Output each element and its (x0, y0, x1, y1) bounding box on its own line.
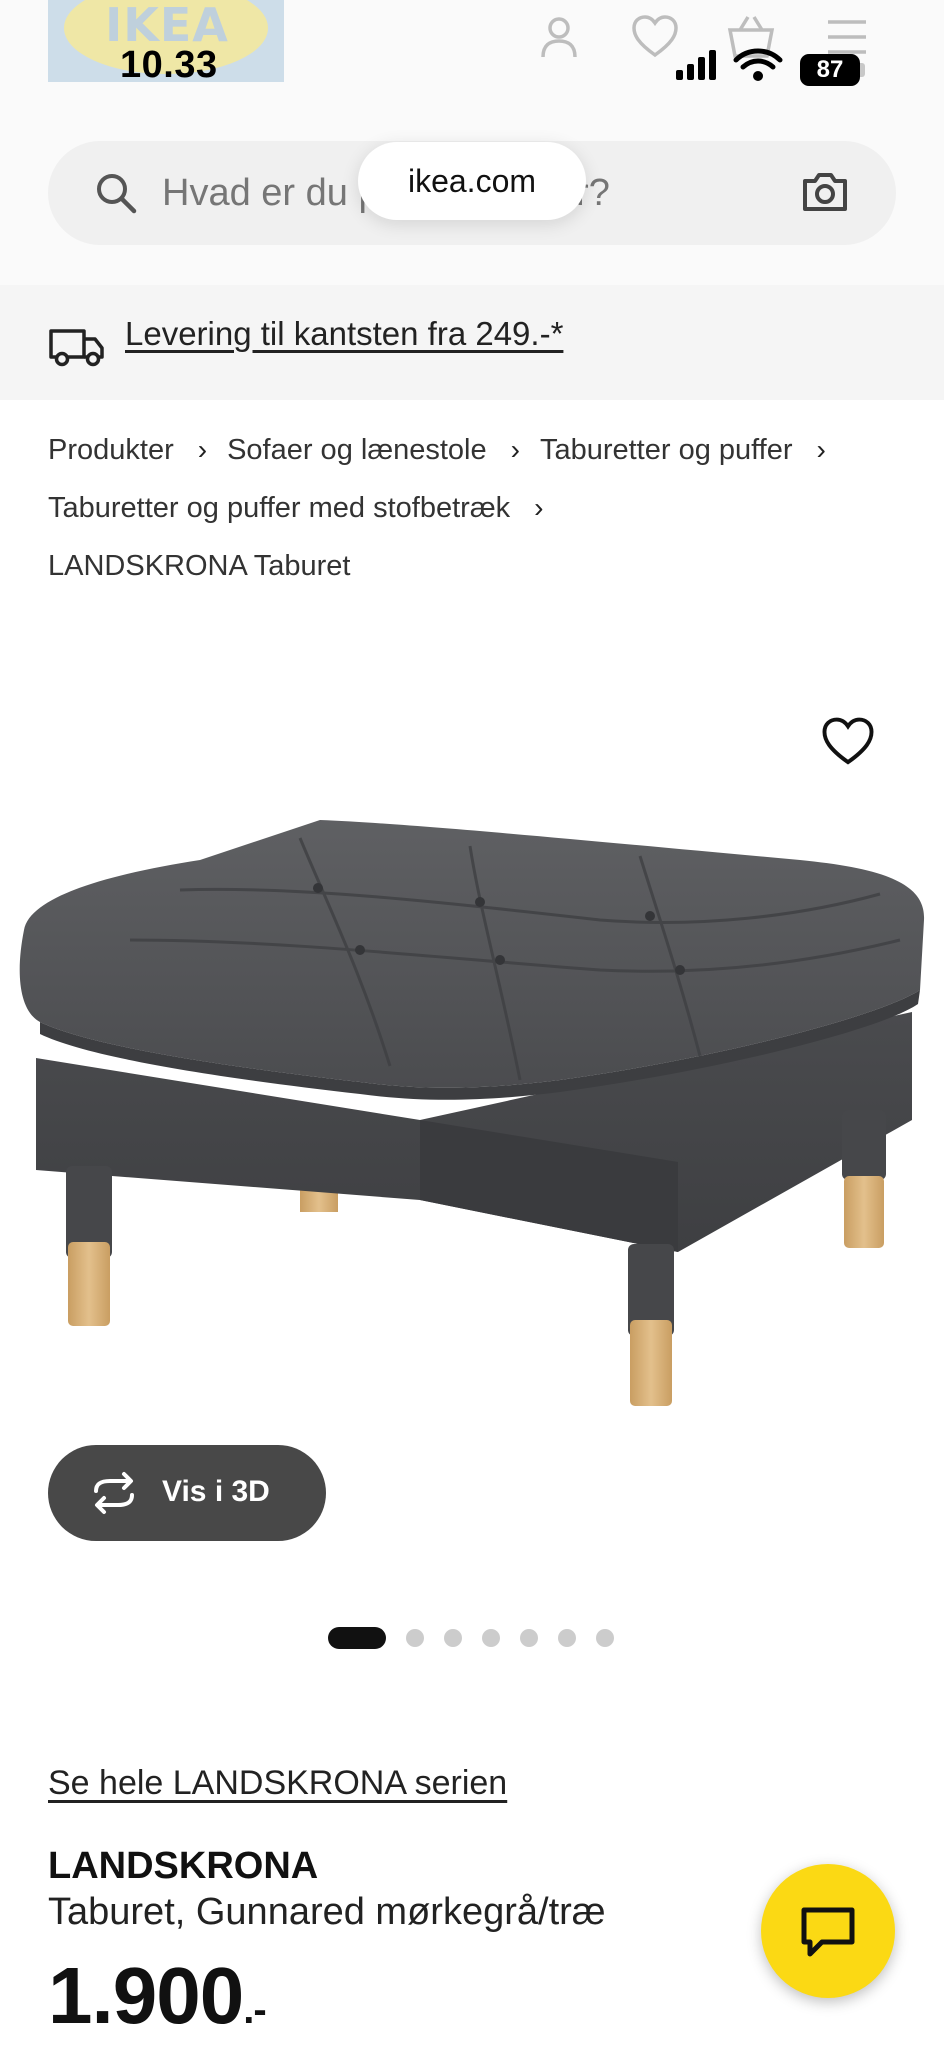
carousel-dots[interactable] (328, 1626, 628, 1650)
breadcrumb-sofaer[interactable]: Sofaer og lænestole (227, 428, 487, 472)
carousel-dot[interactable] (482, 1629, 500, 1647)
breadcrumb-stofbetraek[interactable]: Taburetter og puffer med stofbetræk (48, 486, 510, 530)
search-icon (97, 174, 137, 214)
price-suffix: .- (243, 1988, 266, 2032)
user-icon[interactable] (534, 12, 584, 62)
site-header: IKEA 10.33 87 ikea.com (0, 0, 944, 285)
leg-front-right-wood (630, 1320, 672, 1406)
carousel-dot[interactable] (596, 1629, 614, 1647)
product-name: LANDSKRONA (48, 1845, 319, 1887)
leg-front-left-wood (68, 1242, 110, 1326)
truck-icon (49, 329, 104, 367)
chevron-right-icon: › (510, 434, 520, 465)
carousel-dot[interactable] (558, 1629, 576, 1647)
carousel-dot[interactable] (520, 1629, 538, 1647)
product-image[interactable] (0, 790, 944, 1470)
product-description: Taburet, Gunnared mørkegrå/træ (48, 1891, 606, 1933)
price-value: 1.900 (48, 1951, 244, 2040)
breadcrumb-taburetter[interactable]: Taburetter og puffer (540, 428, 793, 472)
rotate-3d-icon (94, 1472, 134, 1514)
breadcrumb: Produkter › Sofaer og lænestole › Taburetter… (48, 428, 908, 602)
series-link[interactable]: Se hele LANDSKRONA serien (48, 1764, 507, 1803)
breadcrumb-produkter[interactable]: Produkter (48, 428, 174, 472)
breadcrumb-current: LANDSKRONA Taburet (48, 550, 351, 582)
leg-back-left-wood (300, 1190, 338, 1212)
delivery-link[interactable]: Levering til kantsten fra 249.-* (125, 315, 563, 353)
leg-back-right (842, 1110, 886, 1180)
delivery-banner: Levering til kantsten fra 249.-* (0, 285, 944, 400)
carousel-dot[interactable] (444, 1629, 462, 1647)
leg-back-right-wood (844, 1176, 884, 1248)
chevron-right-icon: › (197, 434, 208, 465)
battery-cap (860, 63, 865, 77)
battery-indicator: 87 (800, 54, 860, 86)
favorite-heart-icon[interactable] (820, 714, 876, 770)
carousel-dot[interactable] (406, 1629, 424, 1647)
product-price: 1.900.- (48, 1950, 267, 2042)
chat-button[interactable] (761, 1864, 895, 1998)
view-3d-label: Vis i 3D (162, 1475, 270, 1508)
chevron-right-icon: › (534, 492, 544, 523)
status-time: 10.33 (120, 44, 218, 86)
carousel-dot-active[interactable] (328, 1627, 386, 1649)
chevron-right-icon: › (816, 434, 826, 465)
chat-icon (801, 1907, 855, 1957)
view-3d-button[interactable]: Vis i 3D (48, 1445, 326, 1541)
camera-icon[interactable] (800, 167, 850, 217)
url-pill[interactable]: ikea.com (358, 142, 586, 220)
